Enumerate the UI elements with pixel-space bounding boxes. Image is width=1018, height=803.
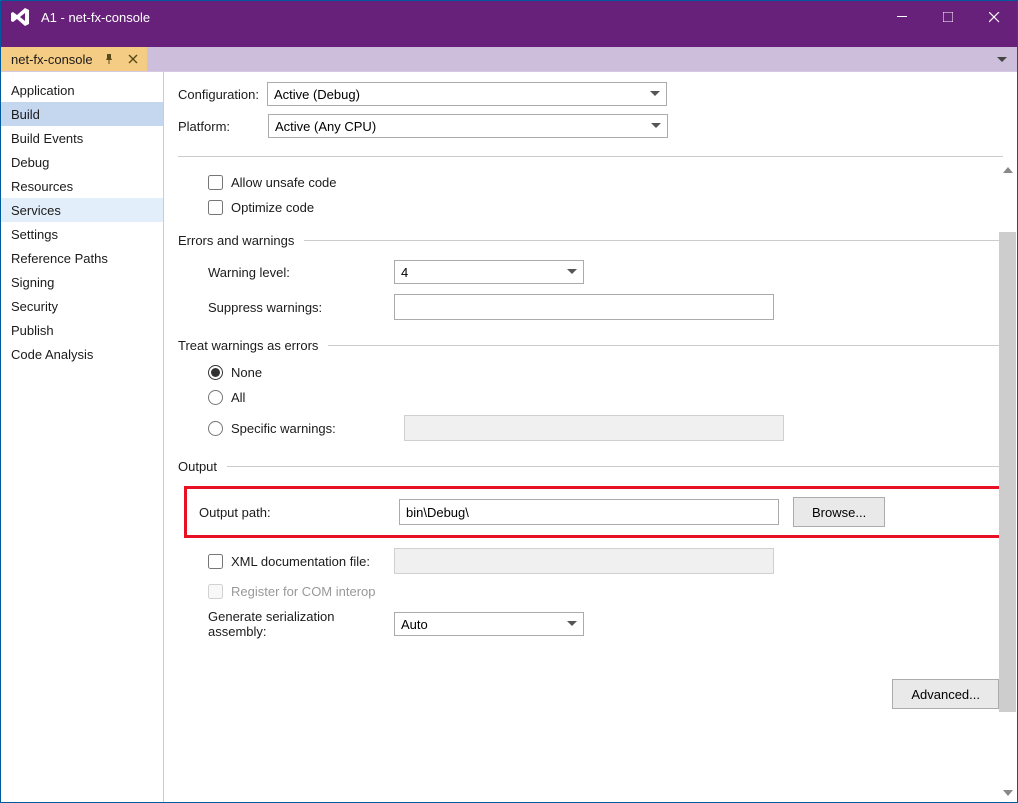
document-tab[interactable]: net-fx-console: [1, 47, 147, 71]
sidebar-item-code-analysis[interactable]: Code Analysis: [1, 342, 163, 366]
treat-none-radio[interactable]: None: [208, 365, 1003, 380]
warning-level-select[interactable]: 4: [394, 260, 584, 284]
sidebar-item-publish[interactable]: Publish: [1, 318, 163, 342]
gen-serialization-label: Generate serialization assembly:: [178, 609, 394, 639]
configuration-label: Configuration:: [178, 87, 259, 102]
scroll-up-icon: [1003, 167, 1013, 173]
section-treat-warnings: Treat warnings as errors: [178, 338, 318, 353]
section-errors-warnings: Errors and warnings: [178, 233, 294, 248]
scroll-down-icon: [1003, 790, 1013, 796]
sidebar-item-services[interactable]: Services: [1, 198, 163, 222]
close-tab-icon[interactable]: [125, 51, 141, 67]
sidebar-item-build[interactable]: Build: [1, 102, 163, 126]
sidebar-item-debug[interactable]: Debug: [1, 150, 163, 174]
close-button[interactable]: [971, 1, 1017, 33]
sidebar-item-settings[interactable]: Settings: [1, 222, 163, 246]
configuration-select[interactable]: Active (Debug): [267, 82, 667, 106]
gen-serialization-select[interactable]: Auto: [394, 612, 584, 636]
xml-doc-checkbox[interactable]: XML documentation file:: [208, 554, 370, 569]
suppress-warnings-label: Suppress warnings:: [178, 300, 394, 315]
specific-warnings-input: [404, 415, 784, 441]
warning-level-label: Warning level:: [178, 265, 394, 280]
xml-doc-input: [394, 548, 774, 574]
treat-specific-radio[interactable]: Specific warnings:: [208, 421, 336, 436]
tab-overflow-menu[interactable]: [993, 51, 1011, 69]
sidebar-item-signing[interactable]: Signing: [1, 270, 163, 294]
sidebar-item-resources[interactable]: Resources: [1, 174, 163, 198]
sidebar-item-security[interactable]: Security: [1, 294, 163, 318]
suppress-warnings-input[interactable]: [394, 294, 774, 320]
register-com-checkbox: Register for COM interop: [208, 584, 1003, 599]
maximize-button[interactable]: [925, 1, 971, 33]
browse-button[interactable]: Browse...: [793, 497, 885, 527]
advanced-button[interactable]: Advanced...: [892, 679, 999, 709]
minimize-button[interactable]: [879, 1, 925, 33]
sidebar-item-build-events[interactable]: Build Events: [1, 126, 163, 150]
optimize-code-checkbox[interactable]: Optimize code: [208, 200, 1003, 215]
output-path-input[interactable]: [399, 499, 779, 525]
platform-label: Platform:: [178, 119, 230, 134]
sidebar-item-application[interactable]: Application: [1, 78, 163, 102]
output-path-label: Output path:: [199, 505, 399, 520]
output-path-highlight: Output path: Browse...: [184, 486, 1003, 538]
scrollbar-thumb[interactable]: [999, 232, 1016, 712]
window-title: A1 - net-fx-console: [41, 10, 879, 25]
section-output: Output: [178, 459, 217, 474]
tab-label: net-fx-console: [11, 52, 93, 67]
treat-all-radio[interactable]: All: [208, 390, 1003, 405]
pin-icon[interactable]: [101, 51, 117, 67]
sidebar-item-reference-paths[interactable]: Reference Paths: [1, 246, 163, 270]
vs-logo-icon: [9, 6, 31, 28]
platform-select[interactable]: Active (Any CPU): [268, 114, 668, 138]
allow-unsafe-checkbox[interactable]: Allow unsafe code: [208, 175, 1003, 190]
